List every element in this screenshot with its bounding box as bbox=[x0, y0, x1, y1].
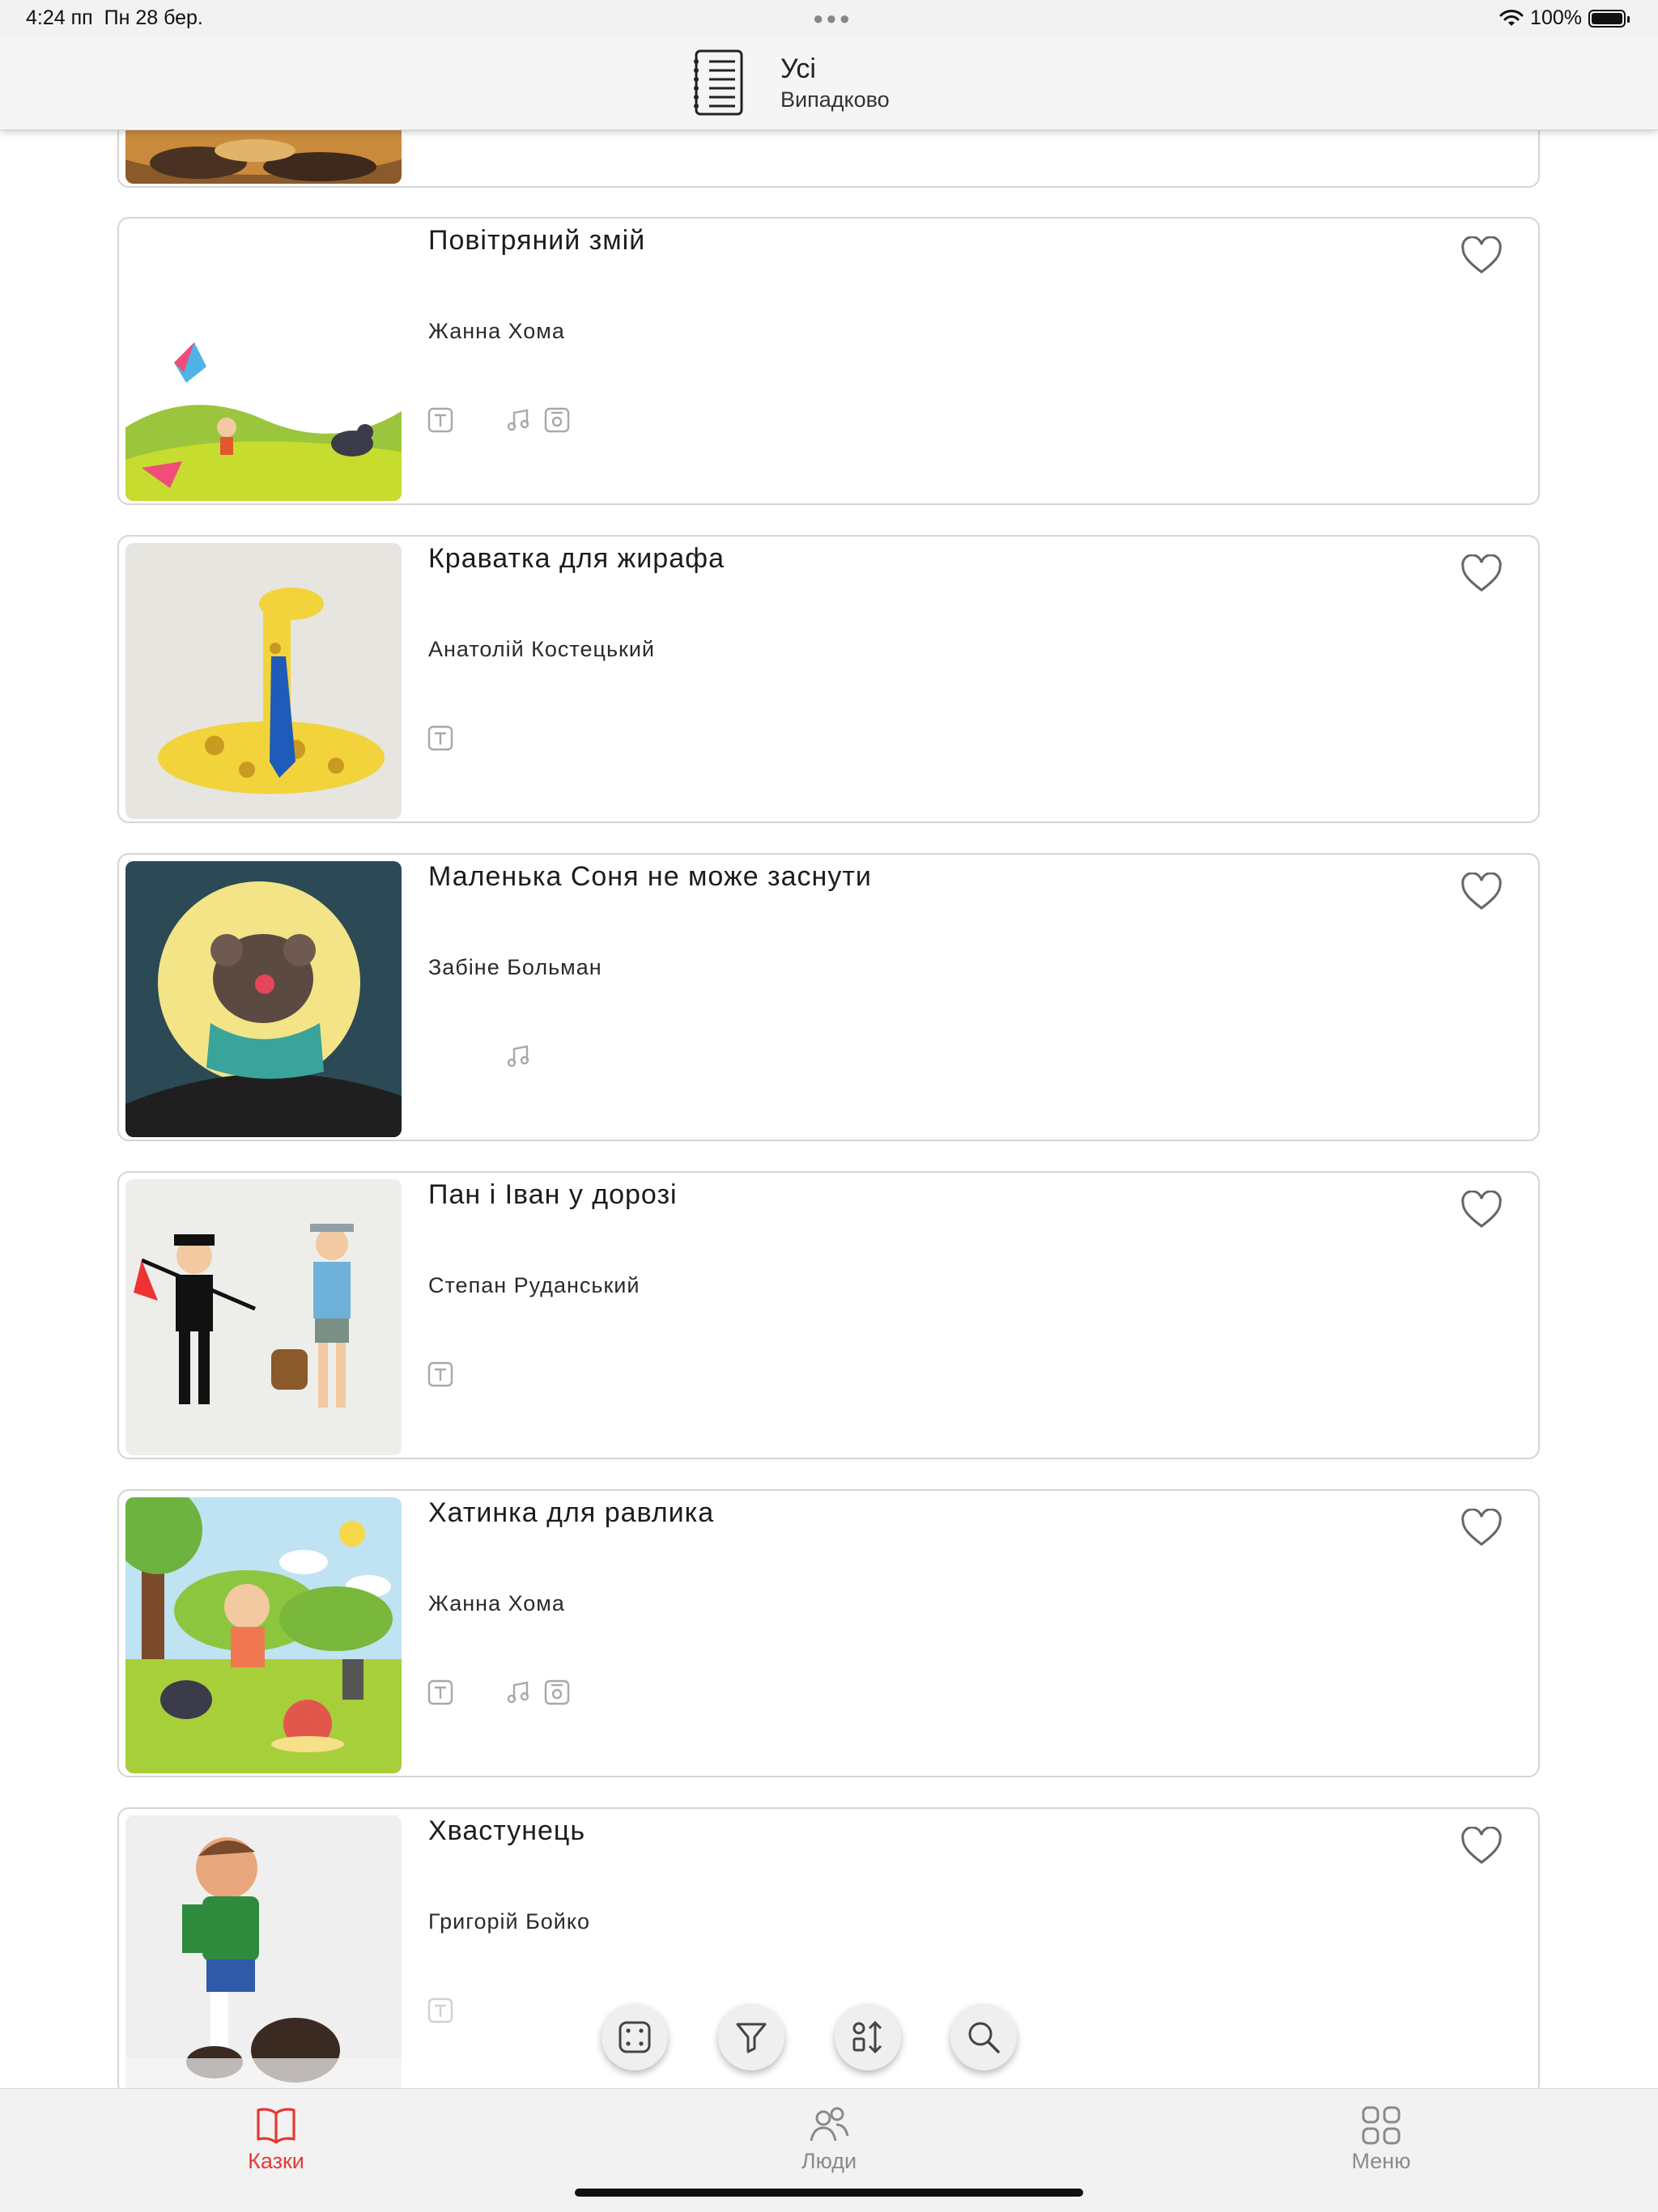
audio-format-icon bbox=[507, 409, 529, 431]
wifi-icon bbox=[1499, 9, 1524, 26]
random-button[interactable] bbox=[602, 2004, 668, 2070]
story-thumbnail bbox=[125, 225, 402, 501]
book-icon bbox=[257, 2108, 295, 2144]
favorite-heart-icon[interactable] bbox=[1460, 872, 1503, 911]
home-indicator[interactable] bbox=[575, 2189, 1083, 2197]
favorite-heart-icon[interactable] bbox=[1460, 554, 1503, 593]
battery-percent: 100% bbox=[1530, 6, 1582, 29]
favorite-heart-icon[interactable] bbox=[1460, 1191, 1503, 1229]
search-button[interactable] bbox=[950, 2004, 1017, 2070]
text-format-icon bbox=[427, 1679, 453, 1705]
audio-format-icon bbox=[507, 1045, 529, 1068]
favorite-heart-icon[interactable] bbox=[1460, 236, 1503, 275]
story-title: Повітряний змій bbox=[428, 225, 646, 256]
grid-icon bbox=[1362, 2106, 1401, 2145]
story-card[interactable]: Маленька Соня не може заснути Забіне Бол… bbox=[117, 853, 1540, 1141]
story-thumbnail bbox=[125, 1497, 402, 1773]
story-thumbnail bbox=[125, 1815, 402, 2091]
sort-button[interactable] bbox=[835, 2004, 901, 2070]
story-thumbnail bbox=[125, 861, 402, 1137]
favorite-heart-icon[interactable] bbox=[1460, 1509, 1503, 1548]
story-title: Хвастунець bbox=[428, 1815, 586, 1846]
story-title: Краватка для жирафа bbox=[428, 543, 725, 574]
cassette-format-icon bbox=[544, 407, 570, 433]
text-format-icon bbox=[427, 407, 453, 433]
story-thumbnail bbox=[125, 1179, 402, 1455]
story-author[interactable]: Забіне Больман bbox=[428, 955, 602, 980]
list-icon[interactable] bbox=[693, 49, 745, 117]
story-card[interactable]: Повітряний змій Жанна Хома bbox=[117, 217, 1540, 505]
story-thumbnail bbox=[125, 543, 402, 819]
tab-label: Меню bbox=[1351, 2149, 1411, 2173]
multitasking-dots-icon[interactable]: ●●● bbox=[813, 8, 852, 29]
story-card[interactable]: Пан і Іван у дорозі Степан Руданський bbox=[117, 1171, 1540, 1459]
story-list[interactable]: Повітряний змій Жанна Хома Краватка для … bbox=[0, 0, 1658, 2211]
tab-label: Казки bbox=[248, 2149, 304, 2173]
status-right: 100% bbox=[1499, 6, 1630, 30]
tab-label: Люди bbox=[801, 2149, 857, 2173]
text-format-icon bbox=[427, 725, 453, 751]
header: Усі Випадково bbox=[0, 37, 1658, 130]
status-time: 4:24 пп Пн 28 бер. bbox=[26, 6, 203, 29]
story-author[interactable]: Жанна Хома bbox=[428, 1591, 565, 1616]
story-card[interactable]: Краватка для жирафа Анатолій Костецький bbox=[117, 535, 1540, 823]
audio-format-icon bbox=[507, 1681, 529, 1704]
story-author[interactable]: Григорій Бойко bbox=[428, 1909, 590, 1934]
sort-icon bbox=[852, 2020, 882, 2054]
status-bar: 4:24 пп Пн 28 бер. ●●● 100% bbox=[0, 0, 1658, 37]
people-icon bbox=[810, 2107, 849, 2142]
story-card[interactable]: Хатинка для равлика Жанна Хома bbox=[117, 1489, 1540, 1777]
sort-mode-label[interactable]: Випадково bbox=[780, 87, 890, 113]
story-title: Маленька Соня не може заснути bbox=[428, 861, 872, 892]
page-title[interactable]: Усі bbox=[780, 53, 816, 85]
story-title: Пан і Іван у дорозі bbox=[428, 1179, 678, 1210]
story-author[interactable]: Анатолій Костецький bbox=[428, 637, 655, 662]
story-card[interactable]: Хвастунець Григорій Бойко bbox=[117, 1807, 1540, 2095]
text-format-icon bbox=[427, 1998, 453, 2023]
cassette-format-icon bbox=[544, 1679, 570, 1705]
favorite-heart-icon[interactable] bbox=[1460, 1827, 1503, 1866]
text-format-icon bbox=[427, 1361, 453, 1387]
story-author[interactable]: Жанна Хома bbox=[428, 319, 565, 344]
tab-stories[interactable]: Казки bbox=[195, 2104, 357, 2174]
tab-people[interactable]: Люди bbox=[748, 2104, 910, 2174]
random-icon bbox=[619, 2021, 651, 2053]
filter-icon bbox=[736, 2023, 767, 2053]
tab-menu[interactable]: Меню bbox=[1300, 2104, 1462, 2174]
filter-button[interactable] bbox=[718, 2004, 784, 2070]
search-icon bbox=[968, 2022, 1000, 2053]
story-author[interactable]: Степан Руданський bbox=[428, 1273, 640, 1298]
battery-icon bbox=[1588, 9, 1630, 28]
story-title: Хатинка для равлика bbox=[428, 1497, 715, 1528]
